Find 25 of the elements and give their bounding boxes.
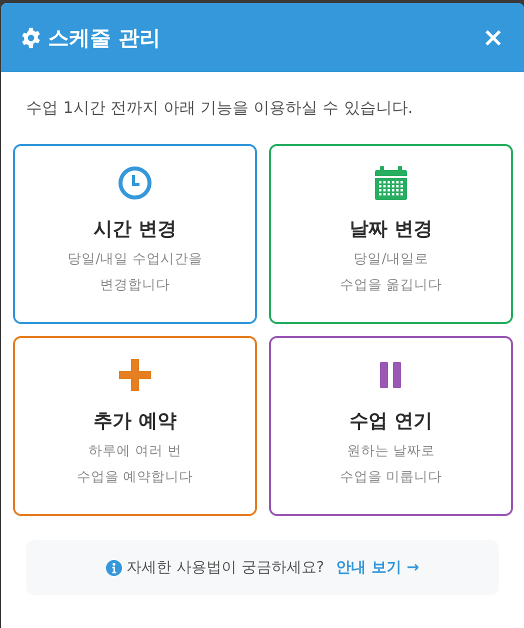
card-title: 시간 변경: [94, 217, 176, 242]
info-icon: [106, 560, 122, 576]
option-card[interactable]: 수업 연기 원하는 날짜로 수업을 미룹니다: [269, 336, 513, 516]
clock-icon: [118, 166, 152, 200]
intro-text: 수업 1시간 전까지 아래 기능을 이용하실 수 있습니다.: [26, 98, 414, 119]
card-description: 원하는 날짜로: [346, 442, 436, 461]
card-description: 하루에 여러 번: [88, 442, 182, 461]
help-text: 자세한 사용법이 궁금하세요?: [126, 558, 324, 577]
card-description: 수업을 미룹니다: [340, 468, 442, 487]
option-card[interactable]: 시간 변경 당일/내일 수업시간을 변경합니다: [13, 144, 257, 324]
card-description: 변경합니다: [100, 276, 170, 295]
option-card[interactable]: 추가 예약 하루에 여러 번 수업을 예약합니다: [13, 336, 257, 516]
card-description: 수업을 예약합니다: [76, 468, 194, 487]
card-description: 당일/내일로: [354, 250, 428, 269]
calendar-icon: [374, 165, 408, 201]
card-title: 날짜 변경: [350, 217, 432, 242]
card-title: 추가 예약: [94, 409, 176, 434]
card-title: 수업 연기: [350, 409, 432, 434]
card-description: 수업을 옮깁니다: [340, 276, 442, 295]
gear-icon: [20, 26, 42, 48]
card-description: 당일/내일 수업시간을: [68, 250, 202, 269]
option-card[interactable]: 날짜 변경 당일/내일로 수업을 옮깁니다: [269, 144, 513, 324]
plus-icon: [118, 358, 152, 392]
dialog-title: 스케줄 관리: [48, 24, 162, 52]
pause-icon: [379, 361, 403, 389]
